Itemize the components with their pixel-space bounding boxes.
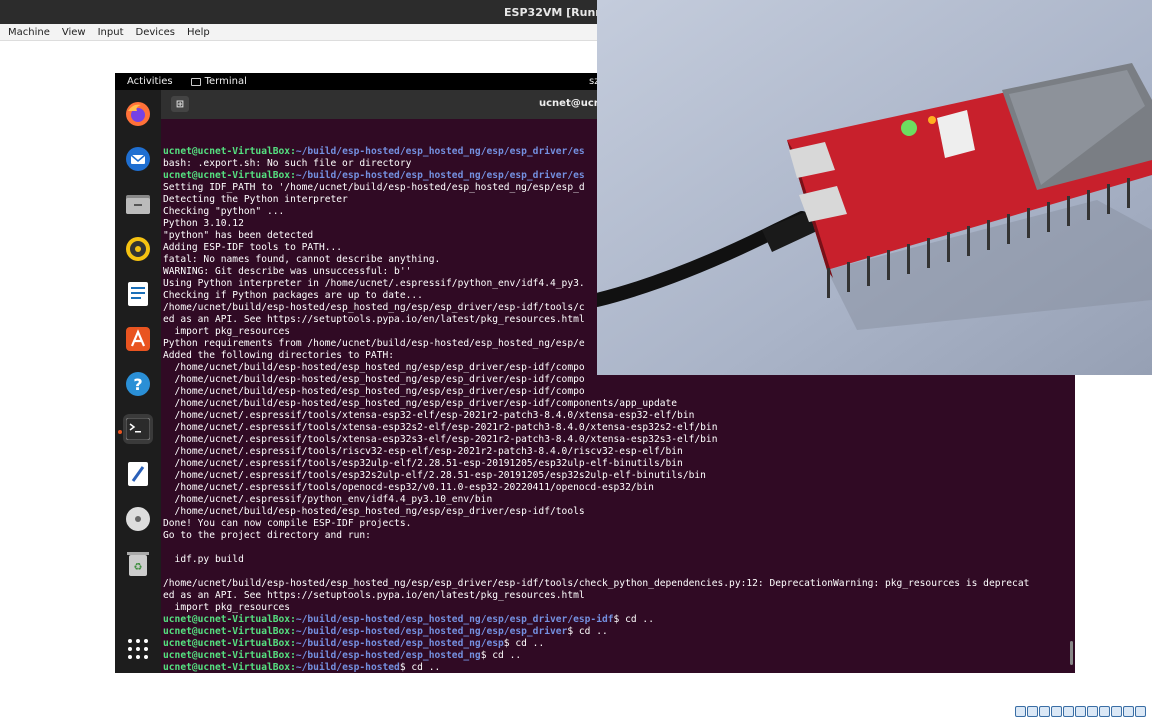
topbar-app-label: Terminal xyxy=(204,76,247,87)
keyboard-status-icon[interactable] xyxy=(1135,706,1146,717)
rhythmbox-icon[interactable] xyxy=(123,234,153,264)
output-line: ed as an API. See https://setuptools.pyp… xyxy=(163,590,585,601)
output-line: /home/ucnet/build/esp-hosted/esp_hosted_… xyxy=(163,374,585,385)
menu-help[interactable]: Help xyxy=(187,27,210,38)
new-tab-button[interactable]: ⊞ xyxy=(171,96,189,112)
output-line: idf.py build xyxy=(163,554,244,565)
files-icon[interactable] xyxy=(123,189,153,219)
prompt-path: ~/build/esp-hosted/esp_hosted_ng/esp/esp… xyxy=(295,614,614,625)
audio-status-icon[interactable] xyxy=(1039,706,1050,717)
output-line: Done! You can now compile ESP-IDF projec… xyxy=(163,518,412,529)
trash-icon[interactable]: ♻ xyxy=(123,549,153,579)
shared-folder-status-icon[interactable] xyxy=(1075,706,1086,717)
firefox-icon[interactable] xyxy=(123,99,153,129)
display-status-icon[interactable] xyxy=(1087,706,1098,717)
prompt-user: ucnet@ucnet-VirtualBox: xyxy=(163,638,296,649)
output-line: /home/ucnet/.espressif/tools/xtensa-esp3… xyxy=(163,422,718,433)
terminal-icon[interactable] xyxy=(123,414,153,444)
prompt-path: ~/build/esp-hosted/esp_hosted_ng/esp/esp… xyxy=(295,146,585,157)
writer-icon[interactable] xyxy=(123,279,153,309)
network-status-icon[interactable] xyxy=(1051,706,1062,717)
prompt-line: ucnet@ucnet-VirtualBox:~/build/esp-hoste… xyxy=(163,614,1075,626)
terminal-app-icon xyxy=(190,77,201,86)
prompt-user: ucnet@ucnet-VirtualBox: xyxy=(163,650,296,661)
prompt-user: ucnet@ucnet-VirtualBox: xyxy=(163,626,296,637)
activities-button[interactable]: Activities xyxy=(127,76,173,87)
output-line: /home/ucnet/build/esp-hosted/esp_hosted_… xyxy=(163,386,585,397)
menu-input[interactable]: Input xyxy=(98,27,124,38)
svg-text:?: ? xyxy=(133,375,142,394)
output-line: /home/ucnet/.espressif/tools/openocd-esp… xyxy=(163,482,654,493)
menu-view[interactable]: View xyxy=(62,27,86,38)
prompt-user: ucnet@ucnet-VirtualBox: xyxy=(163,614,296,625)
prompt-path: ~/build/esp-hosted/esp_hosted_ng/esp/esp… xyxy=(295,170,585,181)
dock: ? ♻ xyxy=(115,90,161,673)
prompt-path: ~/build/esp-hosted/esp_hosted_ng/esp/esp… xyxy=(295,626,568,637)
disc-icon[interactable] xyxy=(123,504,153,534)
prompt-command: $ cd .. xyxy=(399,662,441,673)
prompt-line: ucnet@ucnet-VirtualBox:~/build/esp-hoste… xyxy=(163,626,1075,638)
terminal-scrollbar[interactable] xyxy=(1070,641,1073,665)
output-line: /home/ucnet/build/esp-hosted/esp_hosted_… xyxy=(163,398,678,409)
mouse-status-icon[interactable] xyxy=(1123,706,1134,717)
prompt-user: ucnet@ucnet-VirtualBox: xyxy=(163,146,296,157)
optical-status-icon[interactable] xyxy=(1027,706,1038,717)
host-status-icons xyxy=(1015,706,1146,718)
text-editor-icon[interactable] xyxy=(123,459,153,489)
prompt-command: $ cd .. xyxy=(567,626,608,637)
menu-devices[interactable]: Devices xyxy=(136,27,175,38)
output-line: /home/ucnet/build/esp-hosted/esp_hosted_… xyxy=(163,506,585,517)
webcam-photo xyxy=(597,0,1152,375)
prompt-path: ~/build/esp-hosted xyxy=(295,662,400,673)
svg-text:♻: ♻ xyxy=(134,562,143,573)
output-line: /home/ucnet/.espressif/tools/riscv32-esp… xyxy=(163,446,683,457)
output-line: /home/ucnet/.espressif/tools/xtensa-esp3… xyxy=(163,434,718,445)
help-icon[interactable]: ? xyxy=(123,369,153,399)
output-line: /home/ucnet/.espressif/tools/esp32s2ulp-… xyxy=(163,470,706,481)
prompt-user: ucnet@ucnet-VirtualBox: xyxy=(163,662,296,673)
output-line: import pkg_resources xyxy=(163,602,291,613)
prompt-line: ucnet@ucnet-VirtualBox:~/build/esp-hoste… xyxy=(163,650,1075,662)
output-line: /home/ucnet/.espressif/tools/xtensa-esp3… xyxy=(163,410,695,421)
output-line: Go to the project directory and run: xyxy=(163,530,371,541)
app-grid-icon[interactable] xyxy=(123,634,153,664)
prompt-command: $ cd .. xyxy=(480,650,522,661)
recording-status-icon[interactable] xyxy=(1099,706,1110,717)
cpu-status-icon[interactable] xyxy=(1111,706,1122,717)
prompt-path: ~/build/esp-hosted/esp_hosted_ng xyxy=(295,650,481,661)
menu-machine[interactable]: Machine xyxy=(8,27,50,38)
prompt-line: ucnet@ucnet-VirtualBox:~/build/esp-hoste… xyxy=(163,638,1075,650)
prompt-user: ucnet@ucnet-VirtualBox: xyxy=(163,170,296,181)
output-line: /home/ucnet/build/esp-hosted/esp_hosted_… xyxy=(163,578,1030,589)
prompt-command: $ cd .. xyxy=(613,614,654,625)
output-line: /home/ucnet/.espressif/python_env/idf4.4… xyxy=(163,494,493,505)
active-app-indicator xyxy=(118,430,122,434)
output-line: /home/ucnet/.espressif/tools/esp32ulp-el… xyxy=(163,458,683,469)
prompt-command: $ cd .. xyxy=(503,638,545,649)
prompt-path: ~/build/esp-hosted/esp_hosted_ng/esp xyxy=(295,638,504,649)
thunderbird-icon[interactable] xyxy=(123,144,153,174)
topbar-app-menu[interactable]: Terminal xyxy=(190,76,247,87)
usb-status-icon[interactable] xyxy=(1063,706,1074,717)
software-icon[interactable] xyxy=(123,324,153,354)
hdd-status-icon[interactable] xyxy=(1015,706,1026,717)
prompt-line: ucnet@ucnet-VirtualBox:~/build/esp-hoste… xyxy=(163,662,1075,673)
